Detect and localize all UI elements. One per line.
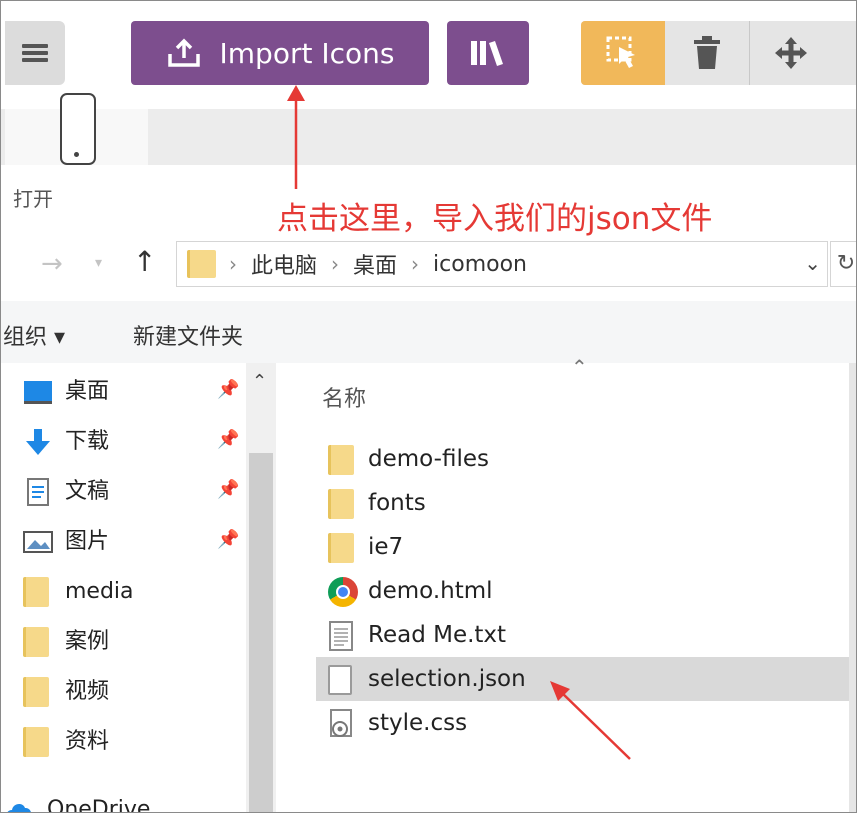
pictures-icon [23, 531, 53, 553]
text-file-icon [328, 621, 354, 651]
select-cursor-icon [606, 36, 635, 68]
pin-icon[interactable]: 📌 [217, 529, 239, 550]
mobile-phone-icon [60, 93, 96, 165]
nav-item-label: 资料 [65, 729, 110, 754]
organize-menu[interactable]: 组织 ▾ [3, 319, 65, 351]
nav-item-label: 文稿 [65, 479, 110, 504]
document-icon [27, 478, 49, 506]
hamburger-icon [22, 44, 48, 62]
icon-grid-strip [1, 93, 856, 165]
nav-item-videos[interactable]: 视频 [1, 667, 246, 717]
address-row: → ▾ ↑ › 此电脑 › 桌面 › icomoon ⌄ ↻ [1, 237, 856, 289]
nav-item-materials[interactable]: 资料 [1, 717, 246, 767]
chevron-down-icon[interactable]: ⌄ [804, 251, 821, 275]
library-icon [471, 41, 503, 66]
import-tray-icon [167, 38, 200, 67]
breadcrumb-item[interactable]: 桌面 [353, 248, 397, 280]
cloud-icon [7, 804, 31, 812]
file-name: ie7 [368, 534, 404, 560]
folder-icon [23, 627, 49, 657]
file-row[interactable]: fonts [316, 481, 856, 525]
scroll-up-arrow-icon[interactable]: ⌃ [252, 371, 267, 392]
scroll-thumb[interactable] [249, 453, 273, 812]
breadcrumb-item[interactable]: 此电脑 [251, 248, 317, 280]
move-arrows-icon [775, 37, 807, 69]
nav-item-media[interactable]: media [1, 567, 246, 617]
folder-icon [23, 727, 49, 757]
refresh-button[interactable]: ↻ [830, 241, 856, 287]
dialog-title: 打开 [13, 187, 53, 211]
nav-item-cases[interactable]: 案例 [1, 617, 246, 667]
nav-item-label: 案例 [65, 629, 110, 654]
annotation-arrow-selection [550, 681, 631, 760]
column-header-name[interactable]: 名称 [322, 381, 366, 413]
nav-item-label: 视频 [65, 679, 110, 704]
nav-item-label: OneDrive [47, 797, 151, 813]
move-tool-button[interactable] [749, 21, 833, 85]
pin-icon[interactable]: 📌 [217, 479, 239, 500]
nav-item-desktop[interactable]: 桌面 📌 [1, 367, 246, 417]
recent-locations-icon[interactable]: ▾ [95, 255, 102, 271]
nav-item-label: media [65, 579, 134, 604]
nav-item-label: 下载 [65, 429, 110, 454]
folder-icon [23, 677, 49, 707]
file-name: selection.json [368, 666, 526, 692]
desktop-icon [24, 381, 52, 404]
folder-icon [328, 489, 354, 519]
sort-ascending-icon: ⌃ [571, 355, 588, 379]
folder-icon [187, 250, 216, 278]
pin-icon[interactable]: 📌 [217, 429, 239, 450]
nav-item-documents[interactable]: 文稿 📌 [1, 467, 246, 517]
chevron-right-icon: › [411, 252, 420, 276]
pin-icon[interactable]: 📌 [217, 379, 239, 400]
edit-tool-group [581, 21, 856, 85]
annotation-text: 点击这里，导入我们的json文件 [277, 201, 713, 237]
css-file-icon [328, 709, 354, 739]
screenshot-frame: Import Icons 打开 点击这里，导入我们的json文件 → ▾ ↑ ›… [0, 0, 857, 813]
blank-file-icon [328, 665, 354, 695]
annotation-arrow-up [287, 85, 305, 189]
nav-item-pictures[interactable]: 图片 📌 [1, 517, 246, 567]
navigation-pane: 桌面 📌 下载 📌 文稿 📌 图片 📌 media 案例 视频 资料 OneDr… [1, 363, 246, 813]
nav-item-onedrive[interactable]: OneDrive [1, 785, 246, 813]
import-icons-button[interactable]: Import Icons [131, 21, 429, 85]
chevron-right-icon: › [331, 252, 340, 276]
command-bar: 组织 ▾ 新建文件夹 [1, 301, 856, 363]
refresh-icon: ↻ [836, 251, 856, 276]
file-row[interactable]: demo-files [316, 437, 856, 481]
address-bar[interactable]: › 此电脑 › 桌面 › icomoon ⌄ [176, 241, 828, 287]
library-button[interactable] [447, 21, 529, 85]
menu-button[interactable] [5, 21, 65, 85]
breadcrumb-item[interactable]: icomoon [433, 252, 527, 277]
file-list-scrollbar[interactable] [849, 363, 856, 812]
nav-item-downloads[interactable]: 下载 📌 [1, 417, 246, 467]
chrome-icon [328, 577, 358, 607]
trash-icon [694, 36, 720, 69]
folder-icon [328, 533, 354, 563]
download-icon [26, 429, 50, 455]
breadcrumb: › 此电脑 › 桌面 › icomoon [229, 242, 527, 286]
icomoon-toolbar: Import Icons [1, 1, 856, 106]
file-row[interactable]: demo.html [316, 569, 856, 613]
select-tool-button[interactable] [581, 21, 665, 85]
file-name: Read Me.txt [368, 622, 507, 648]
file-name: demo-files [368, 446, 489, 472]
nav-item-label: 桌面 [65, 379, 110, 404]
file-name: demo.html [368, 578, 493, 604]
file-name: style.css [368, 710, 468, 736]
chevron-right-icon: › [229, 252, 237, 276]
folder-icon [23, 577, 49, 607]
new-folder-button[interactable]: 新建文件夹 [133, 319, 243, 351]
back-arrow-icon[interactable]: → [41, 249, 63, 279]
file-name: fonts [368, 490, 426, 516]
delete-tool-button[interactable] [665, 21, 749, 85]
nav-item-label: 图片 [65, 529, 110, 554]
file-row[interactable]: Read Me.txt [316, 613, 856, 657]
folder-icon [328, 445, 354, 475]
up-arrow-icon[interactable]: ↑ [133, 245, 156, 278]
nav-scrollbar[interactable]: ⌃ [246, 363, 276, 812]
icon-tile[interactable] [5, 93, 148, 165]
file-row[interactable]: ie7 [316, 525, 856, 569]
import-icons-label: Import Icons [219, 36, 395, 70]
